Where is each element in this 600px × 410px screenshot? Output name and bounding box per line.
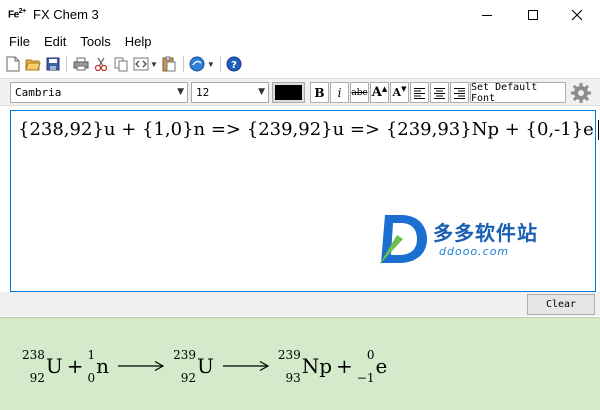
nuclide-uranium-238: 238 92 U xyxy=(22,349,63,385)
element-symbol: U xyxy=(45,354,63,378)
atomic-number: 92 xyxy=(180,371,196,385)
code-view-icon[interactable] xyxy=(132,56,149,73)
close-button[interactable] xyxy=(554,0,600,30)
shrink-font-label: A xyxy=(392,86,402,99)
close-icon xyxy=(571,9,583,21)
nuclide-neptunium-239: 239 93 Np xyxy=(278,349,333,385)
atomic-number: 93 xyxy=(285,371,301,385)
menu-help[interactable]: Help xyxy=(118,34,159,49)
bold-button[interactable]: B xyxy=(310,82,329,103)
grow-font-label: A xyxy=(371,85,382,100)
caret-down-icon: ▼ xyxy=(401,84,407,93)
gear-icon xyxy=(571,83,591,103)
toolbar-separator xyxy=(66,56,67,72)
format-toolbar: Cambria ▼ 12 ▼ B i abc A ▲ A ▼ Set Default… xyxy=(0,78,600,106)
chevron-down-icon[interactable]: ▼ xyxy=(150,60,158,69)
element-symbol: Np xyxy=(301,354,333,378)
nuclide-uranium-239: 239 92 U xyxy=(173,349,214,385)
italic-button[interactable]: i xyxy=(330,82,349,103)
align-center-button[interactable] xyxy=(430,82,449,103)
atomic-number: −1 xyxy=(356,371,375,385)
align-right-button[interactable] xyxy=(450,82,469,103)
cut-icon[interactable] xyxy=(92,56,109,73)
set-default-font-button[interactable]: Set Default Font xyxy=(470,82,566,104)
svg-text:?: ? xyxy=(231,60,237,71)
watermark-url: ddooo.com xyxy=(439,245,510,258)
menu-tools[interactable]: Tools xyxy=(73,34,117,49)
grow-font-button[interactable]: A ▲ xyxy=(370,82,389,103)
align-right-icon xyxy=(454,87,465,99)
settings-button[interactable] xyxy=(569,81,593,105)
help-icon[interactable]: ? xyxy=(226,56,243,73)
element-symbol: e xyxy=(375,354,388,378)
reaction-arrow-icon xyxy=(118,360,165,372)
font-color-swatch xyxy=(275,85,302,100)
menu-file[interactable]: File xyxy=(2,34,37,49)
caret-up-icon: ▲ xyxy=(381,84,388,93)
title-bar: Fe2+ FX Chem 3 xyxy=(0,0,600,30)
print-icon[interactable] xyxy=(72,56,89,73)
plus-sign: + xyxy=(336,354,353,378)
plus-sign: + xyxy=(66,354,84,378)
strikethrough-button[interactable]: abc xyxy=(350,82,369,103)
chevron-down-icon: ▼ xyxy=(258,87,265,97)
new-file-icon[interactable] xyxy=(4,56,21,73)
formula-editor-text: {238,92}u + {1,0}n => {239,92}u => {239,… xyxy=(18,119,599,140)
font-select[interactable]: Cambria ▼ xyxy=(10,82,188,103)
toolbar-separator xyxy=(219,56,221,72)
action-bar: Clear xyxy=(0,292,600,316)
rendered-equation: 238 92 U + 10n 239 92 U 239 93 Np + 0 −1 e xyxy=(22,336,387,396)
clear-button[interactable]: Clear xyxy=(527,294,595,315)
app-logo-icon: Fe2+ xyxy=(8,8,26,21)
minimize-button[interactable] xyxy=(464,0,510,30)
web-globe-icon[interactable] xyxy=(189,56,206,73)
chevron-down-icon: ▼ xyxy=(177,87,184,97)
save-icon[interactable] xyxy=(44,56,61,73)
text-caret xyxy=(597,120,599,140)
font-size-value: 12 xyxy=(196,86,210,99)
nuclide-electron: 0 −1 e xyxy=(357,349,388,385)
toolbar-separator xyxy=(182,56,184,72)
menu-bar: File Edit Tools Help xyxy=(0,30,600,52)
minimize-icon xyxy=(482,14,492,16)
element-symbol: U xyxy=(196,354,214,378)
mass-number: 239 xyxy=(277,348,301,362)
equation-preview: 238 92 U + 10n 239 92 U 239 93 Np + 0 −1 e xyxy=(0,317,600,410)
align-center-icon xyxy=(434,87,445,99)
align-left-button[interactable] xyxy=(410,82,429,103)
watermark-text: 多多软件站 xyxy=(433,221,538,245)
nuclide-neutron: 1 0n xyxy=(88,349,110,385)
reaction-arrow-icon xyxy=(222,360,270,372)
shrink-font-button[interactable]: A ▼ xyxy=(390,82,409,103)
chevron-down-icon[interactable]: ▼ xyxy=(207,60,215,69)
font-color-picker[interactable] xyxy=(272,82,305,103)
formula-input-value: {238,92}u + {1,0}n => {239,92}u => {239,… xyxy=(18,119,594,140)
maximize-button[interactable] xyxy=(510,0,556,30)
align-left-icon xyxy=(414,87,425,99)
window-title: FX Chem 3 xyxy=(33,7,99,22)
menu-edit[interactable]: Edit xyxy=(37,34,73,49)
copy-icon[interactable] xyxy=(112,56,129,73)
watermark-logo-icon xyxy=(379,215,427,265)
watermark: 多多软件站 ddooo.com xyxy=(377,211,557,271)
main-toolbar: ▼ ▼ ? xyxy=(0,53,600,75)
paste-icon[interactable] xyxy=(161,56,178,73)
maximize-icon xyxy=(528,10,538,20)
open-folder-icon[interactable] xyxy=(24,56,41,73)
mass-number: 1 xyxy=(87,348,96,362)
mass-number: 0 xyxy=(366,348,375,362)
atomic-number: 92 xyxy=(29,371,45,385)
mass-number: 239 xyxy=(173,348,196,362)
mass-number: 238 xyxy=(22,348,45,362)
formula-editor[interactable]: {238,92}u + {1,0}n => {239,92}u => {239,… xyxy=(10,110,599,292)
element-symbol: n xyxy=(96,354,110,378)
font-select-value: Cambria xyxy=(15,86,62,99)
atomic-number: 0 xyxy=(87,371,96,385)
font-size-select[interactable]: 12 ▼ xyxy=(191,82,269,103)
